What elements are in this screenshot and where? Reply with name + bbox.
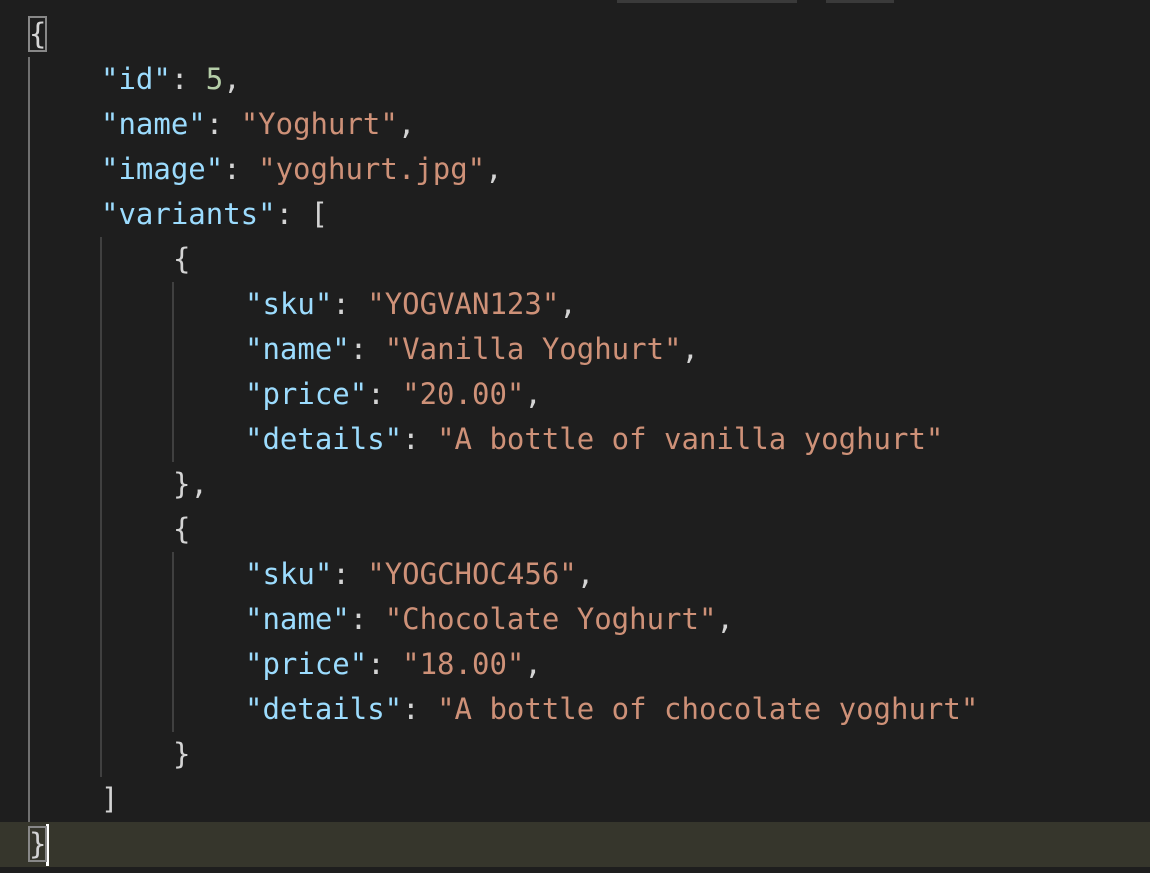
json-key: "price": [245, 377, 368, 411]
matching-open-brace: {: [27, 16, 48, 52]
json-string-value: "Yoghurt": [240, 107, 398, 141]
json-key: "name": [101, 107, 206, 141]
json-string-value: "A bottle of chocolate yoghurt": [437, 692, 979, 726]
json-key: "details": [245, 422, 403, 456]
json-separator: :: [170, 62, 206, 96]
scroll-indicator: [617, 0, 797, 3]
code-line[interactable]: "price": "18.00",: [245, 642, 542, 687]
indent-guide: [172, 552, 174, 732]
code-line[interactable]: {: [27, 12, 48, 57]
json-comma: ,: [397, 107, 416, 141]
json-comma: ,: [576, 557, 595, 591]
json-separator: :: [205, 107, 241, 141]
json-object-close: }: [173, 737, 191, 771]
json-object-close: },: [173, 467, 208, 501]
json-separator: :: [349, 332, 385, 366]
json-string-value: "Vanilla Yoghurt": [384, 332, 682, 366]
matching-close-brace: }: [27, 826, 48, 862]
code-line[interactable]: }: [173, 732, 190, 777]
json-key: "details": [245, 692, 403, 726]
text-cursor: [46, 824, 50, 866]
current-line-highlight: [0, 822, 1150, 867]
code-line[interactable]: "name": "Chocolate Yoghurt",: [245, 597, 734, 642]
json-comma: ,: [716, 602, 734, 636]
json-comma: ,: [559, 287, 577, 321]
code-line[interactable]: "name": "Yoghurt",: [101, 102, 415, 147]
code-line[interactable]: }: [27, 822, 50, 867]
code-line[interactable]: "details": "A bottle of chocolate yoghur…: [245, 687, 978, 732]
json-string-value: "18.00": [402, 647, 525, 681]
indent-guide: [172, 282, 174, 462]
json-string-value: "20.00": [402, 377, 525, 411]
scroll-indicator: [826, 0, 894, 3]
json-separator: :: [275, 197, 311, 231]
json-key: "id": [101, 62, 171, 96]
json-separator: :: [349, 602, 385, 636]
indent-guide: [28, 57, 30, 822]
json-comma: ,: [524, 647, 542, 681]
json-comma: ,: [485, 152, 503, 186]
json-object-open: {: [173, 242, 191, 276]
json-array-open: [: [310, 197, 328, 231]
json-key: "variants": [101, 197, 276, 231]
json-separator: :: [332, 557, 368, 591]
json-comma: ,: [524, 377, 542, 411]
json-string-value: "A bottle of vanilla yoghurt": [437, 422, 944, 456]
code-line[interactable]: },: [173, 462, 208, 507]
json-separator: :: [367, 647, 403, 681]
json-comma: ,: [681, 332, 699, 366]
json-string-value: "Chocolate Yoghurt": [384, 602, 717, 636]
json-separator: :: [332, 287, 368, 321]
json-string-value: "YOGVAN123": [367, 287, 560, 321]
code-line[interactable]: "sku": "YOGVAN123",: [245, 282, 577, 327]
indent-guide: [100, 237, 102, 777]
json-object-open: {: [173, 512, 191, 546]
code-line[interactable]: "variants": [: [101, 192, 328, 237]
json-key: "name": [245, 602, 350, 636]
json-separator: :: [367, 377, 403, 411]
code-line[interactable]: {: [173, 507, 190, 552]
code-line[interactable]: ]: [101, 777, 118, 822]
json-comma: ,: [223, 62, 241, 96]
json-number-value: 5: [205, 62, 224, 96]
json-array-close: ]: [101, 782, 119, 816]
code-line[interactable]: "id": 5,: [101, 57, 241, 102]
code-editor[interactable]: { "id": 5, "name": "Yoghurt", "image": "…: [0, 0, 1150, 873]
code-line[interactable]: {: [173, 237, 190, 282]
code-line[interactable]: "image": "yoghurt.jpg",: [101, 147, 503, 192]
json-separator: :: [223, 152, 259, 186]
json-separator: :: [402, 692, 438, 726]
code-line[interactable]: "details": "A bottle of vanilla yoghurt": [245, 417, 943, 462]
code-line[interactable]: "price": "20.00",: [245, 372, 542, 417]
json-key: "sku": [245, 287, 333, 321]
code-line[interactable]: "sku": "YOGCHOC456",: [245, 552, 594, 597]
json-key: "name": [245, 332, 350, 366]
json-separator: :: [402, 422, 438, 456]
json-string-value: "yoghurt.jpg": [258, 152, 486, 186]
json-key: "sku": [245, 557, 333, 591]
code-line[interactable]: "name": "Vanilla Yoghurt",: [245, 327, 699, 372]
json-key: "image": [101, 152, 224, 186]
json-string-value: "YOGCHOC456": [367, 557, 577, 591]
json-key: "price": [245, 647, 368, 681]
